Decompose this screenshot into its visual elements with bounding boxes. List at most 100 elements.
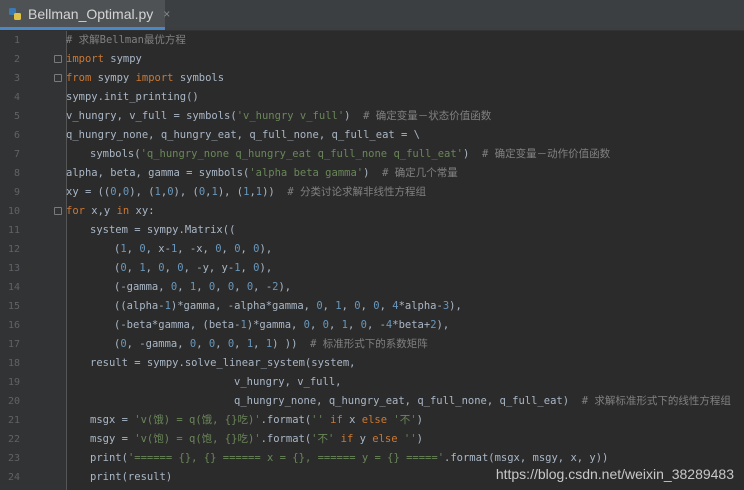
- code-token: 'v_hungry v_full': [236, 110, 345, 122]
- fold-marker-icon[interactable]: [54, 55, 62, 63]
- line-number: 10: [7, 206, 20, 217]
- code-line[interactable]: 22 msgy = 'v(饱) = q(饱, {}吃)'.format('不' i…: [0, 430, 744, 449]
- code-token: .format(: [260, 433, 312, 445]
- code-token: )): [262, 186, 275, 198]
- line-number: 13: [7, 263, 20, 274]
- code-text: for x,y in xy:: [66, 202, 155, 221]
- code-text: sympy.init_printing(): [66, 88, 199, 107]
- code-editor[interactable]: 1 # 求解Bellman最优方程 2 import sympy 3 from sympy…: [0, 31, 744, 490]
- code-line[interactable]: 2 import sympy: [0, 50, 744, 69]
- line-number: 1: [13, 35, 20, 46]
- tab-bellman-optimal[interactable]: Bellman_Optimal.py ×: [0, 0, 170, 30]
- line-number: 16: [7, 320, 20, 331]
- code-line[interactable]: 11 system = sympy.Matrix((: [0, 221, 744, 240]
- line-number: 12: [7, 244, 20, 255]
- code-token: ,: [215, 281, 228, 293]
- line-number: 21: [7, 415, 20, 426]
- code-token: for: [66, 205, 85, 217]
- line-number: 22: [7, 434, 20, 445]
- code-line[interactable]: 21 msgx = 'v(饿) = q(饿, {}吃)'.format('' if…: [0, 411, 744, 430]
- code-text: (1, 0, x-1, -x, 0, 0, 0),: [114, 240, 272, 259]
- code-token: system = sympy.Matrix((: [90, 224, 236, 236]
- code-line[interactable]: 14 (-gamma, 0, 1, 0, 0, 0, -2),: [0, 278, 744, 297]
- code-line[interactable]: 5 v_hungry, v_full = symbols('v_hungry v_…: [0, 107, 744, 126]
- code-token: x,y: [84, 205, 117, 217]
- code-line[interactable]: 7 symbols('q_hungry_none q_hungry_eat q_f…: [0, 145, 744, 164]
- code-text: import sympy: [66, 50, 142, 69]
- code-line[interactable]: 10 for x,y in xy:: [0, 202, 744, 221]
- code-token: , -y, y-: [183, 262, 235, 274]
- code-token: '': [311, 414, 324, 426]
- code-token: , -x,: [177, 243, 216, 255]
- code-token: '': [403, 433, 417, 445]
- code-token: x: [342, 414, 362, 426]
- code-token: ), (: [173, 186, 199, 198]
- code-token: # 确定几个常量: [369, 167, 458, 179]
- code-token: msgx =: [90, 414, 135, 426]
- line-number: 3: [13, 73, 20, 84]
- code-token: # 求解标准形式下的线性方程组: [569, 395, 731, 407]
- line-number: 8: [13, 168, 20, 179]
- code-line[interactable]: 12 (1, 0, x-1, -x, 0, 0, 0),: [0, 240, 744, 259]
- code-text: q_hungry_none, q_hungry_eat, q_full_none…: [234, 392, 731, 411]
- code-line[interactable]: 8 alpha, beta, gamma = symbols('alpha bet…: [0, 164, 744, 183]
- line-number: 23: [7, 453, 20, 464]
- code-line[interactable]: 17 (0, -gamma, 0, 0, 0, 1, 1) )) # 标准形式下的…: [0, 335, 744, 354]
- code-token: # 分类讨论求解非线性方程组: [274, 186, 427, 198]
- code-token: 'alpha beta gamma': [249, 167, 364, 179]
- code-line[interactable]: 15 ((alpha-1)*gamma, -alpha*gamma, 0, 1, …: [0, 297, 744, 316]
- code-token: 'v(饿) = q(饿, {}吃)': [134, 414, 261, 426]
- code-token: print(result): [90, 471, 173, 483]
- code-line[interactable]: 6 q_hungry_none, q_hungry_eat, q_full_non…: [0, 126, 744, 145]
- close-icon[interactable]: ×: [163, 7, 170, 21]
- code-token: else: [372, 433, 398, 445]
- code-token: '不': [393, 414, 417, 426]
- code-token: ): [416, 433, 423, 445]
- code-text: (-beta*gamma, (beta-1)*gamma, 0, 0, 1, 0…: [114, 316, 449, 335]
- code-line[interactable]: 19 v_hungry, v_full,: [0, 373, 744, 392]
- fold-marker-icon[interactable]: [54, 207, 62, 215]
- editor-tab-bar: Bellman_Optimal.py ×: [0, 0, 744, 31]
- line-number: 5: [13, 111, 20, 122]
- code-line[interactable]: 3 from sympy import symbols: [0, 69, 744, 88]
- code-token: y: [353, 433, 373, 445]
- code-token: ,: [328, 319, 342, 331]
- code-token: ,: [215, 338, 228, 350]
- code-line[interactable]: 18 result = sympy.solve_linear_system(sys…: [0, 354, 744, 373]
- code-token: xy:: [129, 205, 155, 217]
- code-text: v_hungry, v_full,: [234, 373, 341, 392]
- code-token: ,: [221, 243, 235, 255]
- tab-filename: Bellman_Optimal.py: [28, 5, 154, 22]
- code-token: ,: [310, 319, 323, 331]
- code-token: ,: [126, 243, 140, 255]
- code-text: # 求解Bellman最优方程: [66, 31, 186, 50]
- code-token: alpha, beta, gamma = symbols(: [66, 167, 250, 179]
- line-number: 2: [13, 54, 20, 65]
- code-text: xy = ((0,0), (1,0), (0,1), (1,1)) # 分类讨论…: [66, 183, 426, 202]
- code-text: result = sympy.solve_linear_system(syste…: [90, 354, 356, 373]
- code-token: *beta+: [392, 319, 431, 331]
- code-line[interactable]: 9 xy = ((0,0), (1,0), (0,1), (1,1)) # 分类讨…: [0, 183, 744, 202]
- code-line[interactable]: 20 q_hungry_none, q_hungry_eat, q_full_no…: [0, 392, 744, 411]
- code-line[interactable]: 13 (0, 1, 0, 0, -y, y-1, 0),: [0, 259, 744, 278]
- code-text: (0, 1, 0, 0, -y, y-1, 0),: [114, 259, 272, 278]
- code-text: symbols('q_hungry_none q_hungry_eat q_fu…: [90, 145, 610, 164]
- code-token: ,: [253, 338, 266, 350]
- code-token: 'q_hungry_none q_hungry_eat q_full_none …: [140, 148, 463, 160]
- line-number: 17: [7, 339, 20, 350]
- line-number: 20: [7, 396, 20, 407]
- code-text: msgy = 'v(饱) = q(饱, {}吃)'.format('不' if …: [90, 430, 423, 449]
- code-token: , x-: [145, 243, 171, 255]
- code-token: # 标准形式下的系数矩阵: [297, 338, 428, 350]
- code-text: msgx = 'v(饿) = q(饿, {}吃)'.format('' if x…: [90, 411, 423, 430]
- code-token: ),: [449, 300, 462, 312]
- code-token: ), (: [217, 186, 244, 198]
- code-token: 'v(饱) = q(饱, {}吃)': [134, 433, 261, 445]
- code-token: .format(: [260, 414, 312, 426]
- code-text: print(result): [90, 468, 172, 487]
- code-line[interactable]: 4 sympy.init_printing(): [0, 88, 744, 107]
- code-line[interactable]: 16 (-beta*gamma, (beta-1)*gamma, 0, 0, 1,…: [0, 316, 744, 335]
- fold-marker-icon[interactable]: [54, 74, 62, 82]
- line-number: 19: [7, 377, 20, 388]
- code-line[interactable]: 1 # 求解Bellman最优方程: [0, 31, 744, 50]
